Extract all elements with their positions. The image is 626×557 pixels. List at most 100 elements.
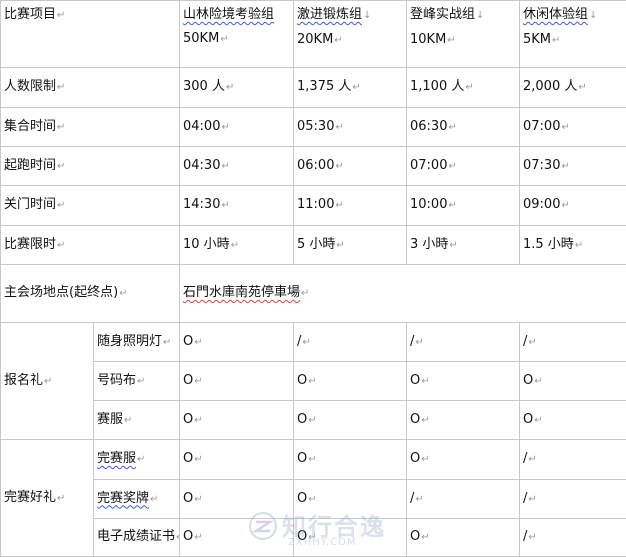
group-distance: 5KM [523, 32, 551, 47]
group-label-registration: 报名礼↵ [1, 323, 94, 440]
table-cell: O↵ [407, 519, 520, 557]
paragraph-mark: ↵ [194, 532, 202, 543]
cell-text: O [297, 412, 307, 427]
cell-text: 完赛服 [97, 451, 136, 466]
cell-text: O [183, 529, 193, 544]
paragraph-mark: ↵ [448, 161, 456, 172]
paragraph-mark: ↵ [448, 200, 456, 211]
paragraph-mark: ↵ [421, 454, 429, 465]
table-cell: /↵ [520, 480, 626, 519]
cell-text: 起跑时间 [4, 158, 56, 173]
paragraph-mark: ↵ [57, 240, 65, 251]
paragraph-mark: ↵ [221, 122, 229, 133]
cell-text: / [297, 334, 301, 349]
cell-text: 09:00 [523, 197, 560, 212]
paragraph-mark: ↵ [308, 532, 316, 543]
paragraph-mark: ↵ [447, 35, 455, 46]
table-cell: 04:30↵ [180, 147, 294, 186]
cell-text: / [410, 491, 414, 506]
paragraph-mark: ↵ [561, 200, 569, 211]
cell-text: 关门时间 [4, 197, 56, 212]
paragraph-mark: ↵ [561, 161, 569, 172]
table-cell: O↵ [294, 519, 407, 557]
cell-text: 集合时间 [4, 119, 56, 134]
group-header-cell: 登峰实战组↓ 10KM↵ [407, 1, 520, 68]
venue-row: 主会场地点(起终点)↵ 石門水庫南苑停車場↵ [1, 265, 626, 323]
table-cell: 05:30↵ [294, 108, 407, 147]
paragraph-mark: ↵ [194, 415, 202, 426]
group-header-cell: 休闲体验组↓ 5KM↵ [520, 1, 626, 68]
group-name: 山林险境考验组 [183, 7, 274, 22]
paragraph-mark: ↵ [578, 82, 586, 93]
table-cell: O↵ [180, 440, 294, 480]
cell-text: O [183, 373, 193, 388]
table-cell: 5 小時↵ [294, 226, 407, 265]
group-label-finisher: 完赛好礼↵ [1, 440, 94, 557]
header-label: 比赛项目 [4, 7, 56, 22]
cell-text: 石門水庫南苑停車場 [183, 285, 300, 300]
table-cell: 04:00↵ [180, 108, 294, 147]
paragraph-mark: ↵ [57, 161, 65, 172]
cell-text: / [523, 529, 527, 544]
table-cell: O↵ [520, 401, 626, 440]
table-cell: 07:30↵ [520, 147, 626, 186]
cell-text: O [297, 491, 307, 506]
table-cell: 09:00↵ [520, 186, 626, 226]
cell-text: 1.5 小時 [523, 237, 574, 252]
paragraph-mark: ↵ [137, 376, 145, 387]
paragraph-mark: ↵ [226, 82, 234, 93]
cell-text: O [410, 412, 420, 427]
paragraph-mark: ↵ [421, 376, 429, 387]
table-row: 报名礼↵ 随身照明灯↵ O↵ /↵ /↵ /↵ [1, 323, 626, 362]
paragraph-mark: ↵ [534, 415, 542, 426]
cell-text: 14:30 [183, 197, 220, 212]
cell-text: 报名礼 [4, 373, 43, 388]
paragraph-mark: ↵ [335, 122, 343, 133]
cell-text: 赛服 [97, 412, 123, 427]
item-label: 电子成绩证书↵ [94, 519, 180, 557]
cell-text: O [297, 373, 307, 388]
table-row: 起跑时间↵ 04:30↵ 06:00↵ 07:00↵ 07:30↵ [1, 147, 626, 186]
table-cell: O↵ [180, 401, 294, 440]
cell-text: 05:30 [297, 119, 334, 134]
paragraph-mark: ↵ [308, 454, 316, 465]
table-cell: 07:00↵ [520, 108, 626, 147]
cell-text: 主会场地点(起终点) [4, 285, 118, 300]
group-header-cell: 激进锻炼组↓ 20KM↵ [294, 1, 407, 68]
paragraph-mark: ↵ [575, 240, 583, 251]
paragraph-mark: ↵ [57, 493, 65, 504]
cell-text: O [410, 451, 420, 466]
table-cell: O↵ [180, 519, 294, 557]
down-arrow-mark: ↓ [476, 10, 484, 21]
paragraph-mark: ↵ [221, 161, 229, 172]
paragraph-mark: ↵ [336, 240, 344, 251]
row-label: 比赛限时↵ [1, 226, 180, 265]
cell-text: 电子成绩证书 [97, 529, 175, 544]
cell-text: 完赛好礼 [4, 490, 56, 505]
paragraph-mark: ↵ [561, 122, 569, 133]
cell-text: O [523, 412, 533, 427]
cell-text: 1,375 人 [297, 79, 351, 94]
row-label: 人数限制↵ [1, 68, 180, 108]
paragraph-mark: ↵ [528, 494, 536, 505]
table-cell: 1.5 小時↵ [520, 226, 626, 265]
table-cell: O↵ [294, 480, 407, 519]
paragraph-mark: ↵ [163, 337, 171, 348]
table-cell: O↵ [407, 401, 520, 440]
paragraph-mark: ↵ [301, 288, 309, 299]
group-name: 登峰实战组 [410, 7, 475, 22]
table-cell: 300 人↵ [180, 68, 294, 108]
paragraph-mark: ↵ [221, 200, 229, 211]
cell-text: 2,000 人 [523, 79, 577, 94]
table-row: 比赛限时↵ 10 小時↵ 5 小時↵ 3 小時↵ 1.5 小時↵ [1, 226, 626, 265]
cell-text: 300 人 [183, 79, 225, 94]
paragraph-mark: ↵ [552, 35, 560, 46]
paragraph-mark: ↵ [415, 337, 423, 348]
paragraph-mark: ↵ [465, 82, 473, 93]
paragraph-mark: ↵ [194, 337, 202, 348]
paragraph-mark: ↵ [220, 34, 228, 45]
paragraph-mark: ↵ [334, 35, 342, 46]
table-cell: /↵ [407, 323, 520, 362]
group-distance: 50KM [183, 31, 219, 46]
table-cell: 11:00↵ [294, 186, 407, 226]
